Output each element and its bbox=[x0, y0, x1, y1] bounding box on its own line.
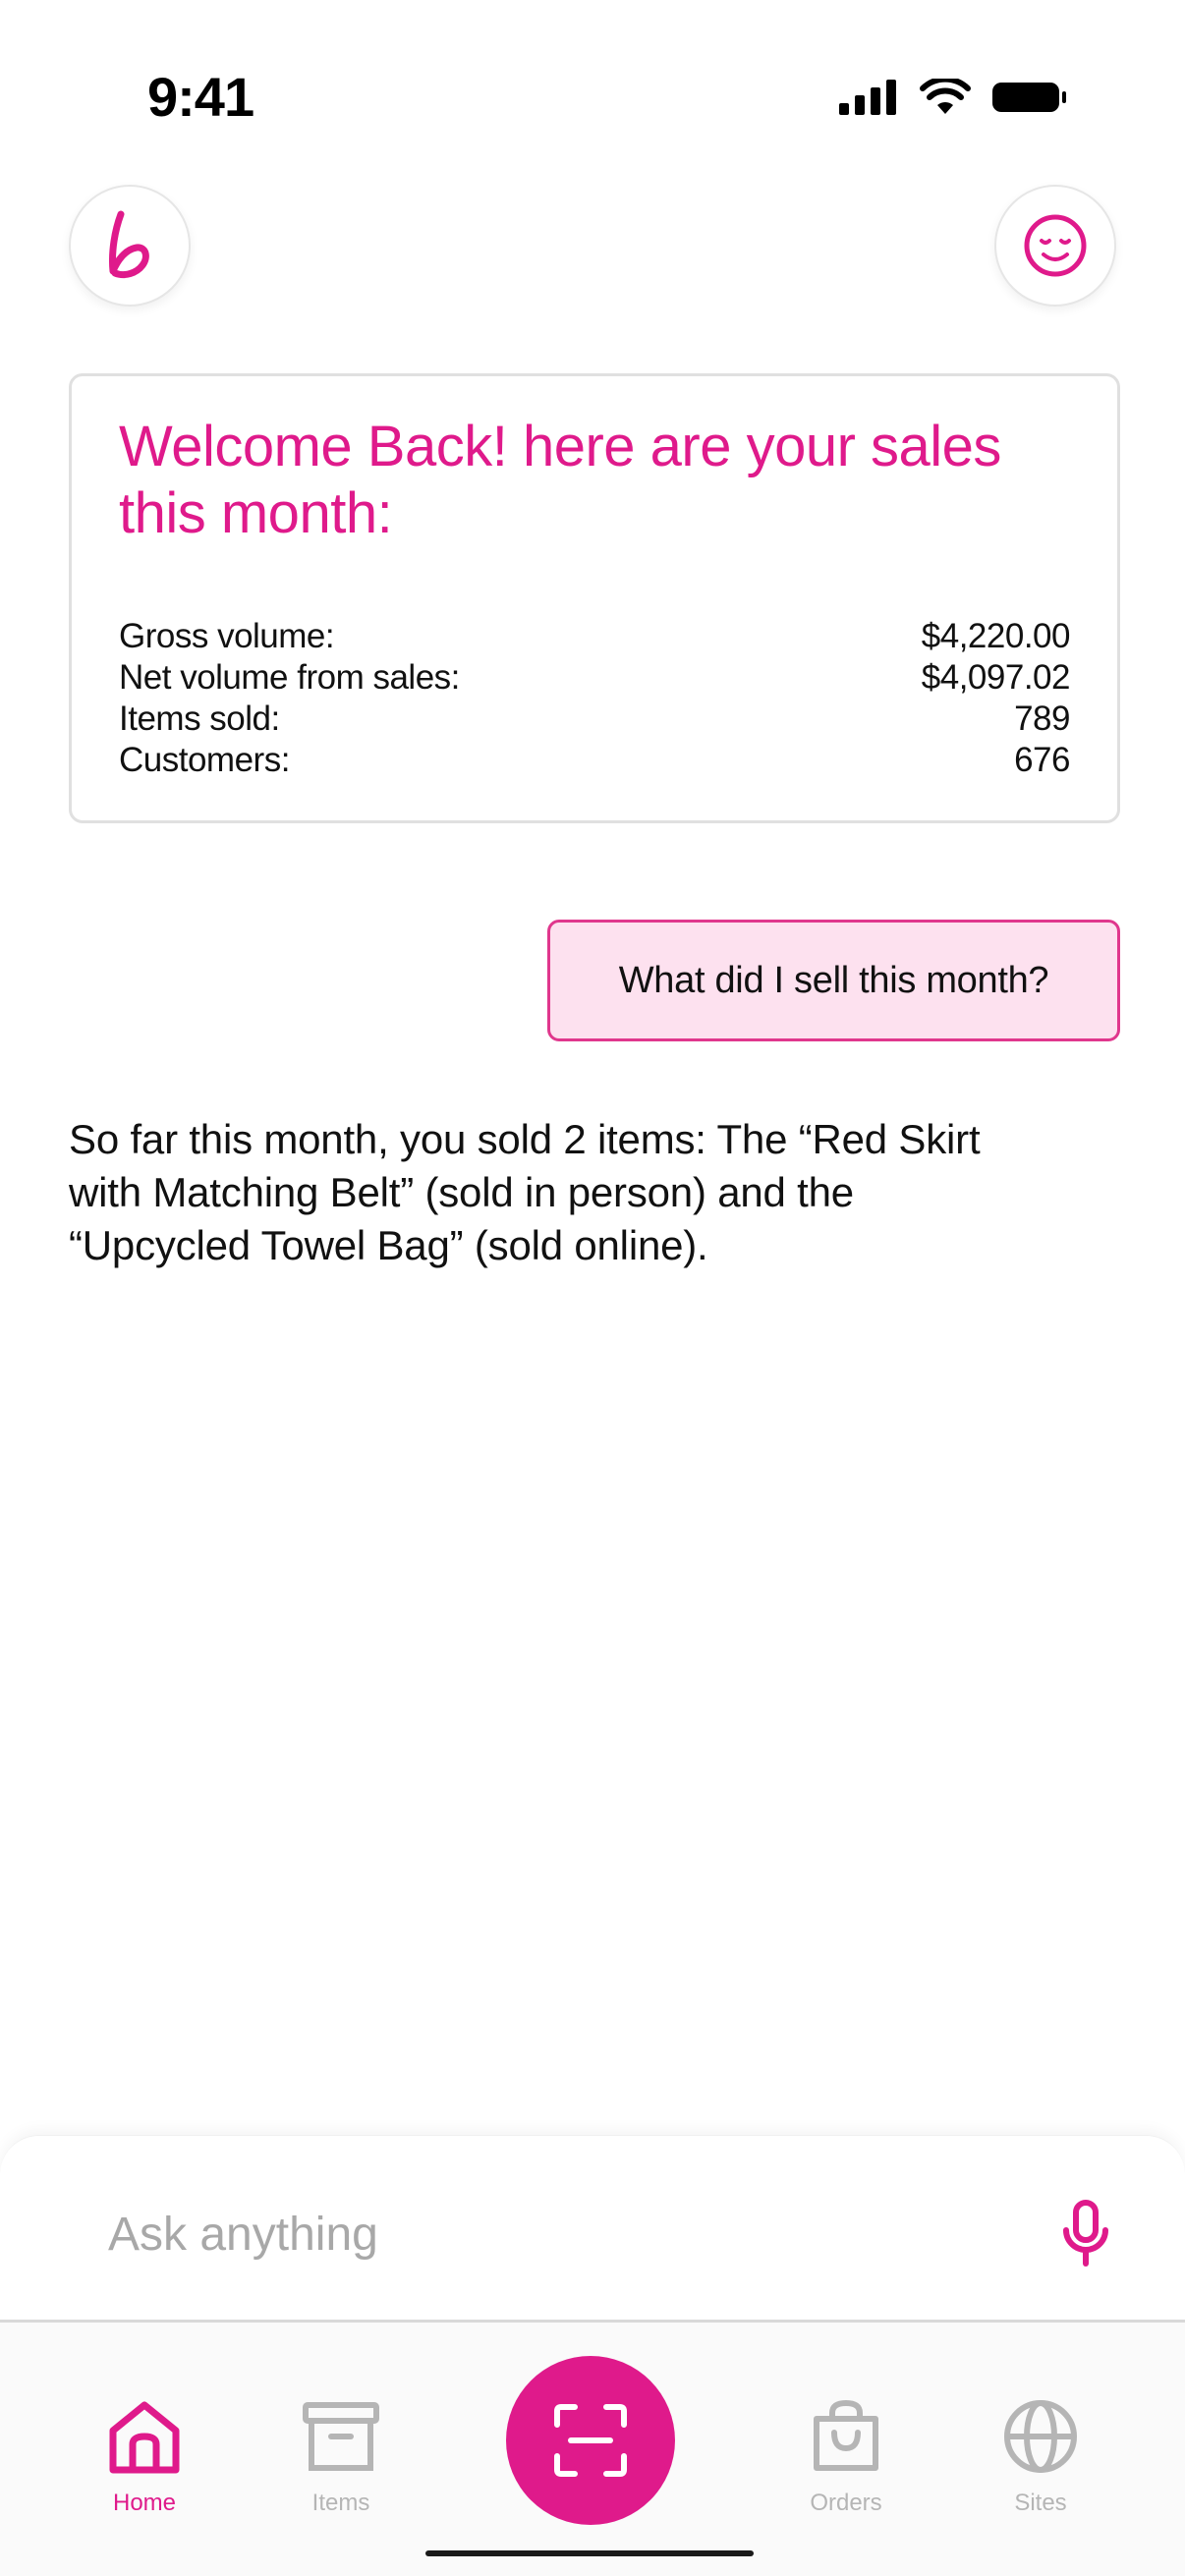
home-icon bbox=[109, 2401, 180, 2474]
tab-home[interactable]: Home bbox=[71, 2397, 218, 2517]
tab-sites[interactable]: Sites bbox=[967, 2397, 1114, 2517]
ask-panel bbox=[0, 2135, 1185, 2322]
user-message-bubble: What did I sell this month? bbox=[547, 920, 1120, 1041]
sales-stats: Gross volume: $4,220.00 Net volume from … bbox=[119, 616, 1071, 781]
microphone-icon bbox=[1063, 2200, 1108, 2267]
status-bar: 9:41 bbox=[0, 0, 1185, 196]
brand-logo-icon bbox=[109, 210, 149, 279]
stat-value: $4,220.00 bbox=[921, 617, 1071, 655]
shopping-bag-icon bbox=[814, 2399, 878, 2471]
home-indicator bbox=[425, 2550, 754, 2556]
stat-label: Gross volume: bbox=[119, 617, 335, 655]
stat-value: $4,097.02 bbox=[921, 658, 1071, 697]
archive-box-icon bbox=[303, 2402, 379, 2471]
stat-row-gross-volume: Gross volume: $4,220.00 bbox=[119, 616, 1071, 657]
stat-value: 676 bbox=[1014, 741, 1070, 779]
stat-label: Customers: bbox=[119, 741, 290, 779]
tab-label: Items bbox=[311, 2490, 370, 2516]
status-time: 9:41 bbox=[147, 66, 254, 128]
logo-button[interactable] bbox=[69, 185, 191, 307]
assistant-reply: So far this month, you sold 2 items: The… bbox=[69, 1116, 981, 1268]
microphone-button[interactable] bbox=[1049, 2195, 1122, 2273]
status-icons bbox=[839, 79, 1067, 116]
tab-items[interactable]: Items bbox=[267, 2397, 415, 2517]
stat-row-customers: Customers: 676 bbox=[119, 740, 1070, 781]
stat-row-net-volume: Net volume from sales: $4,097.02 bbox=[119, 657, 1071, 699]
scan-icon bbox=[554, 2404, 627, 2477]
stat-label: Items sold: bbox=[119, 700, 280, 738]
stat-row-items-sold: Items sold: 789 bbox=[119, 699, 1070, 740]
smiley-face-icon bbox=[1024, 214, 1087, 277]
globe-icon bbox=[1004, 2400, 1077, 2473]
ask-input[interactable] bbox=[108, 2195, 992, 2273]
mood-button[interactable] bbox=[994, 185, 1116, 307]
tab-label: Orders bbox=[810, 2490, 882, 2516]
stat-value: 789 bbox=[1014, 700, 1070, 738]
tab-orders[interactable]: Orders bbox=[772, 2397, 920, 2517]
sales-summary-card: Welcome Back! here are your sales this m… bbox=[69, 373, 1120, 823]
tab-label: Sites bbox=[1014, 2490, 1067, 2516]
sales-card-title: Welcome Back! here are your sales this m… bbox=[119, 415, 1001, 545]
stat-label: Net volume from sales: bbox=[119, 658, 460, 697]
scan-button[interactable] bbox=[506, 2356, 675, 2525]
wifi-icon bbox=[920, 79, 971, 114]
bottom-tab-bar: Home Items Orders Sites bbox=[0, 2323, 1185, 2576]
tab-label: Home bbox=[112, 2490, 177, 2516]
battery-icon bbox=[992, 83, 1066, 112]
cellular-signal-icon bbox=[839, 80, 896, 115]
